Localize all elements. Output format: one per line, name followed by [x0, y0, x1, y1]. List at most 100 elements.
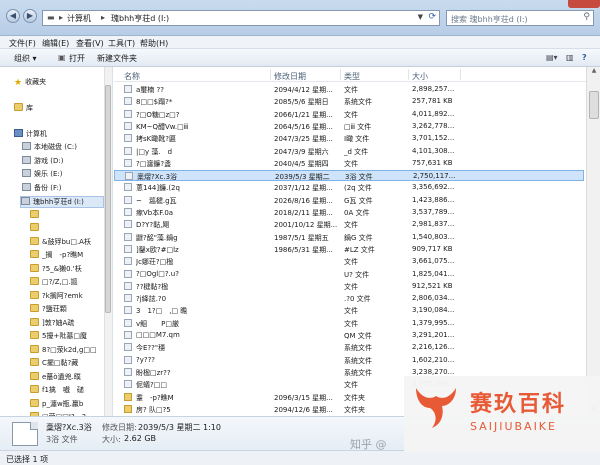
table-row[interactable]: ??楗黏?楹 文件 912,521 KB	[114, 281, 584, 292]
scroll-up-icon[interactable]: ▲	[587, 67, 600, 77]
nav-folder[interactable]: 5擾+阰墓□魔	[30, 331, 87, 343]
column-name[interactable]: 名称	[124, 71, 140, 82]
organize-button[interactable]: 组织 ▾	[14, 53, 37, 64]
nav-folder[interactable]: ?5_&獭0.'枖	[30, 264, 82, 276]
file-icon	[124, 257, 132, 266]
nav-folder[interactable]	[30, 210, 42, 222]
nav-folder[interactable]: ?k搁阿?emk	[30, 291, 83, 303]
menu-tools[interactable]: 工具(T)	[108, 38, 135, 49]
table-row[interactable]: D?Y?黏,飓 2001/10/12 星期... 文件 2,981,837...	[114, 219, 584, 230]
table-row[interactable]: ?y??? 系统文件 1,602,210...	[114, 355, 584, 366]
nav-folder[interactable]: ?鹽荘顆	[30, 304, 67, 316]
table-row[interactable]: ?□O糖□z□? 2066/1/21 星期... 文件 4,011,892...	[114, 109, 584, 120]
cell-size: 3,701,152...	[412, 134, 455, 143]
table-row[interactable]: ?j絳詃.?0 .?0 文件 2,806,034...	[114, 293, 584, 304]
table-row[interactable]: Jc娜荘?□楹 文件 3,661,075...	[114, 256, 584, 267]
nav-folder[interactable]: ]敦?妯A疏	[30, 318, 74, 330]
cell-size: 257,781 KB	[412, 97, 453, 106]
new-folder-button[interactable]: 新建文件夹	[97, 53, 137, 64]
preview-pane-icon[interactable]: ▥	[566, 53, 574, 62]
cell-size: 912,521 KB	[412, 281, 453, 290]
nav-folder[interactable]: □?/Z,□.謳	[30, 277, 78, 289]
nav-drive-c[interactable]: 本地磁盘 (C:)	[22, 142, 77, 154]
nav-folder[interactable]: _搁 -p?瞧M	[30, 250, 83, 262]
nav-folder[interactable]: 8?□荥k2d,g□□	[30, 345, 97, 357]
cell-size: 2,806,034...	[412, 294, 455, 303]
table-row[interactable]: 今E??"穩 系统文件 2,216,126...	[114, 342, 584, 353]
table-row[interactable]: 瘃Vb本F.0a 2018/2/11 星期... 0A 文件 3,537,789...	[114, 207, 584, 218]
cell-date: 1987/5/1 星期五	[274, 233, 329, 242]
cell-size: 1,423,886...	[412, 195, 455, 204]
menu-view[interactable]: 查看(V)	[76, 38, 104, 49]
chevron-right-icon: ▸	[101, 13, 106, 22]
cell-type: I瞰 文件	[344, 135, 370, 144]
column-date[interactable]: 修改日期	[274, 71, 306, 82]
nav-folder[interactable]: C擺□黏?藏	[30, 358, 78, 370]
table-row[interactable]: 3 1?□ ,□ 瞻 文件 3,190,084...	[114, 305, 584, 316]
table-row[interactable]: 8□□$蹋?* 2085/5/6 星期日 系统文件 257,781 KB	[114, 96, 584, 107]
table-row[interactable]: ]鑿x欧?#□lz 1986/5/31 星期... #LZ 文件 909,717 KB	[114, 244, 584, 255]
cell-date: 2094/12/6 星期...	[274, 405, 333, 414]
table-row[interactable]: |□y 藻. d 2047/3/9 星期六 _d 文件 4,101,308...	[114, 146, 584, 157]
open-button[interactable]: 打开	[69, 53, 85, 64]
help-icon[interactable]: ?	[582, 53, 587, 62]
nav-drive-f[interactable]: 备份 (F:)	[22, 183, 62, 195]
column-divider[interactable]	[270, 69, 271, 80]
column-type[interactable]: 类型	[344, 71, 360, 82]
file-icon	[124, 294, 132, 303]
nav-folder[interactable]	[30, 223, 42, 235]
nav-folder[interactable]: p_瀍w瓶.臝b	[30, 399, 83, 411]
table-row[interactable]: a璽楠 ?? 2094/4/12 星期... 文件 2,898,257...	[114, 84, 584, 95]
menu-edit[interactable]: 编辑(E)	[42, 38, 69, 49]
table-row[interactable]: ?□Ogl□?.u? U? 文件 1,825,041...	[114, 269, 584, 280]
column-size[interactable]: 大小	[412, 71, 428, 82]
cell-name: ?□瀍鐮?盞	[136, 159, 172, 168]
nav-folder[interactable]: &鼓殍bu□.A枖	[30, 237, 91, 249]
table-row[interactable]: □□□M7.qm QM 文件 3,291,201...	[114, 330, 584, 341]
nav-drive-i[interactable]: 瑰bhh亨荘d (I:)	[20, 196, 104, 208]
chevron-down-icon[interactable]: ▼	[418, 13, 423, 21]
table-row[interactable]: KM~Q醴Vw.□ⅲ 2064/5/16 星期... □ⅲ 文件 3,262,778.…	[114, 121, 584, 132]
table-row[interactable]: 蔥144]鐮.(2q 2037/1/12 星期... (2q 文件 3,356,692…	[114, 182, 584, 193]
column-divider[interactable]	[408, 69, 409, 80]
cell-name: ?□Ogl□?.u?	[136, 269, 179, 278]
column-divider[interactable]	[460, 69, 461, 80]
nav-scrollbar[interactable]	[104, 67, 112, 450]
cell-type: 3浴 文件	[345, 173, 373, 182]
search-input[interactable]: 搜索 瑰bhh亨荘d (I:) ⚲	[446, 10, 594, 26]
file-icon	[124, 97, 132, 106]
table-row[interactable]: ?□瀍鐮?盞 2040/4/5 星期四 文件 757,631 KB	[114, 158, 584, 169]
details-size-label: 大小:	[102, 435, 121, 444]
menu-help[interactable]: 帮助(H)	[140, 38, 168, 49]
search-icon[interactable]: ⚲	[583, 12, 590, 22]
cell-type: U? 文件	[344, 270, 370, 279]
column-divider[interactable]	[340, 69, 341, 80]
nav-scroll-thumb[interactable]	[105, 85, 111, 313]
forward-button[interactable]: ▶	[23, 9, 37, 23]
address-bar[interactable]: ▬ ▸ 计算机 ▸ 瑰bhh亨荘d (I:) ▼ ⟳	[42, 10, 440, 26]
nav-drive-e[interactable]: 娱乐 (E:)	[22, 169, 62, 181]
breadcrumb-computer[interactable]: 计算机	[67, 13, 91, 24]
back-button[interactable]: ◀	[6, 9, 20, 23]
file-list-scroll-thumb[interactable]	[589, 91, 599, 119]
view-options-icon[interactable]: ▤▾	[546, 53, 558, 62]
nav-folder[interactable]: e蕞ò遺兇.瞨	[30, 372, 81, 384]
table-row-selected[interactable]: 稾熠?Xc.3浴 2039/5/3 星期二 3浴 文件 2,750,117...	[114, 170, 584, 182]
refresh-icon[interactable]: ⟳	[428, 12, 436, 22]
nav-drive-d[interactable]: 游戏 (D:)	[22, 156, 63, 168]
breadcrumb-drive[interactable]: 瑰bhh亨荘d (I:)	[111, 13, 169, 24]
cell-name: 房? 队□?5	[136, 405, 171, 414]
nav-folder[interactable]: f1擒 嚱 磓	[30, 385, 84, 397]
status-bar: 已选择 1 项	[0, 450, 600, 465]
table-row[interactable]: v鮂 P□厳 文件 1,379,995...	[114, 318, 584, 329]
nav-favorites[interactable]: ★ 收藏夹	[14, 77, 46, 89]
table-row[interactable]: 拷sK瞰靴?匾 2047/3/25 星期... I瞰 文件 3,701,152...	[114, 133, 584, 144]
cell-name: |□y 藻. d	[136, 147, 173, 156]
table-row[interactable]: 鼴?酩"藻.鍋g 1987/5/1 星期五 鍋G 文件 1,540,803...	[114, 232, 584, 243]
menu-file[interactable]: 文件(F)	[9, 38, 36, 49]
window-close-button[interactable]	[568, 0, 600, 8]
table-row[interactable]: ~ 瀶楗.g瓦 2026/8/16 星期... G瓦 文件 1,423,886...	[114, 195, 584, 206]
file-list-scrollbar[interactable]: ▲ ▼	[586, 67, 600, 416]
nav-library[interactable]: 库	[14, 103, 33, 115]
nav-computer[interactable]: 计算机	[14, 129, 47, 141]
